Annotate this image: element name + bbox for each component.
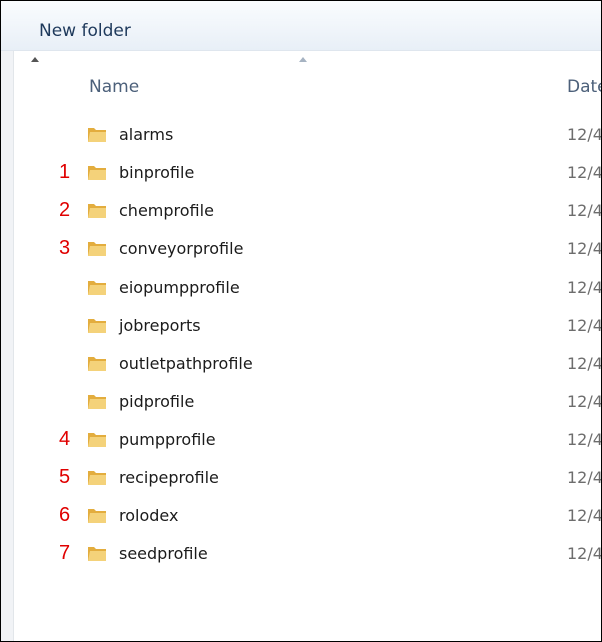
folder-icon (88, 471, 106, 485)
folder-date: 12/4/ (567, 163, 602, 182)
folder-row[interactable]: outletpathprofile 12/4/ (1, 350, 601, 380)
folder-row[interactable]: 7 seedprofile 12/4/ (1, 540, 601, 570)
folder-row[interactable]: 2 chemprofile 12/4/ (1, 197, 601, 227)
folder-row[interactable]: 6 rolodex 12/4/ (1, 502, 601, 532)
folder-name: eiopumpprofile (119, 278, 240, 297)
folder-icon (88, 242, 106, 256)
annotation-number: 5 (59, 466, 71, 488)
folder-name: jobreports (119, 316, 201, 335)
annotation-number: 7 (59, 542, 71, 564)
annotation-number: 4 (59, 428, 71, 450)
folder-row[interactable]: 1 binprofile 12/4/ (1, 159, 601, 189)
annotation-number: 3 (59, 237, 71, 259)
folder-date: 12/4/ (567, 354, 602, 373)
folder-name: pidprofile (119, 392, 195, 411)
annotation-number: 6 (59, 504, 71, 526)
column-header-date[interactable]: Date (567, 77, 601, 97)
folder-icon (88, 547, 106, 561)
folder-row[interactable]: 3 conveyorprofile 12/4/ (1, 235, 601, 265)
folder-name: rolodex (119, 506, 179, 525)
annotation-number: 2 (59, 199, 71, 221)
folder-icon (88, 509, 106, 523)
folder-name: binprofile (119, 163, 195, 182)
folder-icon (88, 433, 106, 447)
sort-ascending-icon (299, 57, 307, 62)
folder-date: 12/4/ (567, 544, 602, 563)
folder-icon (88, 395, 106, 409)
folder-date: 12/4/ (567, 316, 602, 335)
folder-date: 12/4/ (567, 468, 602, 487)
folder-row[interactable]: 5 recipeprofile 12/4/ (1, 464, 601, 494)
folder-name: alarms (119, 125, 174, 144)
folder-icon (88, 166, 106, 180)
folder-icon (88, 281, 106, 295)
folder-icon (88, 357, 106, 371)
folder-name: chemprofile (119, 201, 214, 220)
folder-row[interactable]: jobreports 12/4/ (1, 312, 601, 342)
folder-icon (88, 204, 106, 218)
folder-date: 12/4/ (567, 125, 602, 144)
folder-name: recipeprofile (119, 468, 219, 487)
folder-row[interactable]: alarms 12/4/ (1, 121, 601, 151)
folder-icon (88, 128, 106, 142)
column-header-name[interactable]: Name (89, 77, 139, 97)
folder-date: 12/4/ (567, 506, 602, 525)
folder-row[interactable]: 4 pumpprofile 12/4/ (1, 426, 601, 456)
folder-name: pumpprofile (119, 430, 216, 449)
annotation-number: 1 (59, 161, 71, 183)
folder-name: conveyorprofile (119, 239, 244, 258)
folder-name: outletpathprofile (119, 354, 253, 373)
folder-row[interactable]: eiopumpprofile 12/4/ (1, 274, 601, 304)
folder-icon (88, 319, 106, 333)
folder-row[interactable]: pidprofile 12/4/ (1, 388, 601, 418)
scroll-up-arrow-icon[interactable] (31, 57, 39, 62)
new-folder-button[interactable]: New folder (39, 21, 131, 41)
folder-name: seedprofile (119, 544, 208, 563)
folder-date: 12/4/ (567, 430, 602, 449)
folder-date: 12/4/ (567, 278, 602, 297)
explorer-window: New folder Name Date alarms 12/4/ 1 binp… (0, 0, 602, 642)
folder-date: 12/4/ (567, 201, 602, 220)
folder-date: 12/4/ (567, 392, 602, 411)
folder-date: 12/4/ (567, 239, 602, 258)
command-bar: New folder (1, 1, 601, 51)
